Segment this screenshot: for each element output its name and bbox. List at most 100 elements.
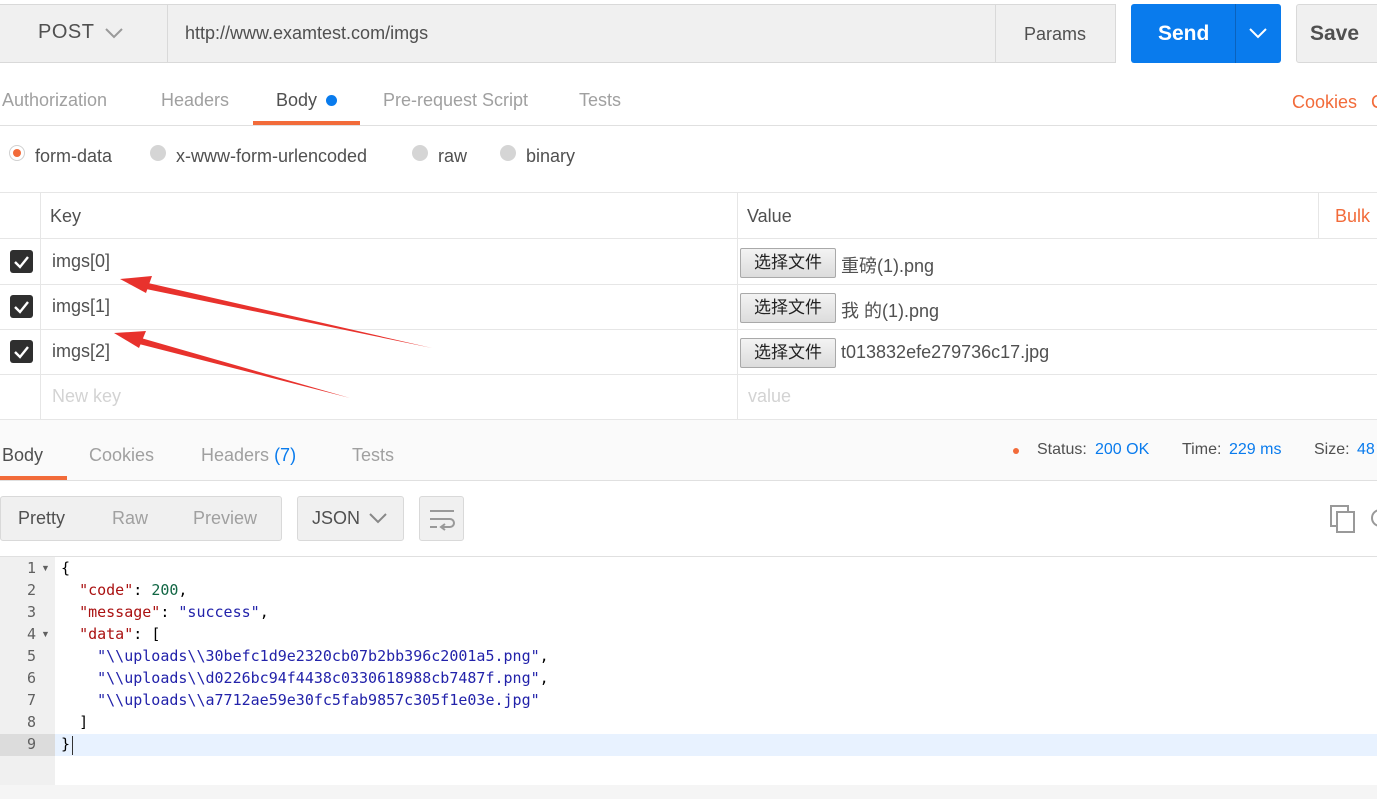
code-line: } bbox=[61, 735, 70, 753]
json-number: 200 bbox=[151, 581, 179, 599]
line-number: 3 bbox=[26, 603, 36, 621]
response-tab-body[interactable]: Body bbox=[2, 445, 43, 466]
json-bracket: ] bbox=[79, 713, 89, 731]
response-tab-headers[interactable]: Headers (7) bbox=[201, 445, 296, 466]
wrap-lines-icon bbox=[430, 510, 455, 531]
wrap-lines-button[interactable] bbox=[419, 496, 464, 541]
json-string: "\\uploads\\a7712ae59e30fc5fab9857c305f1… bbox=[97, 691, 540, 709]
chevron-down-icon[interactable] bbox=[368, 511, 388, 525]
view-raw[interactable]: Raw bbox=[112, 508, 148, 529]
radio-binary[interactable] bbox=[500, 145, 516, 161]
headers-count: (7) bbox=[274, 445, 297, 465]
file-name: t013832efe279736c17.jpg bbox=[841, 342, 1050, 362]
new-key-input[interactable]: New key bbox=[52, 386, 121, 407]
tab-body[interactable]: Body bbox=[276, 90, 317, 111]
json-brace: { bbox=[61, 559, 71, 577]
json-key: "message" bbox=[79, 603, 161, 621]
code-line: "data": [ bbox=[79, 625, 161, 643]
file-name: 我 的(1).png bbox=[841, 301, 940, 321]
choose-file-button[interactable]: 选择文件 bbox=[740, 293, 836, 323]
fold-toggle-icon[interactable]: ▼ bbox=[41, 563, 50, 573]
search-icon[interactable] bbox=[1368, 505, 1377, 533]
code-line: "code": 200, bbox=[79, 581, 188, 599]
choose-file-button[interactable]: 选择文件 bbox=[740, 338, 836, 368]
row-checkbox[interactable] bbox=[10, 340, 33, 363]
active-line-highlight bbox=[55, 734, 1377, 756]
json-key: "code" bbox=[79, 581, 134, 599]
row-checkbox[interactable] bbox=[10, 295, 33, 318]
copy-icon[interactable] bbox=[1328, 503, 1358, 535]
divider bbox=[0, 480, 1377, 481]
line-number: 2 bbox=[26, 581, 36, 599]
code-line: ] bbox=[61, 713, 88, 731]
size-value: 48 bbox=[1357, 441, 1375, 458]
horizontal-scrollbar[interactable] bbox=[0, 785, 1377, 799]
response-tab-tests[interactable]: Tests bbox=[352, 445, 394, 466]
row-checkbox[interactable] bbox=[10, 250, 33, 273]
status-dot bbox=[1013, 448, 1019, 454]
line-number: 5 bbox=[26, 647, 36, 665]
value-column-header: Value bbox=[747, 206, 792, 226]
row-border bbox=[0, 374, 1377, 375]
code-line: "\\uploads\\a7712ae59e30fc5fab9857c305f1… bbox=[61, 691, 540, 709]
send-options-chevron-icon[interactable] bbox=[1248, 26, 1268, 40]
time-value: 229 ms bbox=[1229, 441, 1282, 458]
line-number: 6 bbox=[26, 669, 36, 687]
radio-label-form-data: form-data bbox=[35, 146, 113, 166]
divider bbox=[0, 125, 1377, 126]
checkmark-icon bbox=[14, 301, 29, 314]
tab-authorization[interactable]: Authorization bbox=[2, 90, 107, 111]
status-label: Status: bbox=[1037, 441, 1087, 458]
checkmark-icon bbox=[14, 346, 29, 359]
json-key: "data" bbox=[79, 625, 134, 643]
status-value: 200 OK bbox=[1095, 441, 1150, 458]
chevron-down-icon[interactable] bbox=[104, 26, 124, 40]
body-modified-dot bbox=[326, 95, 337, 106]
tab-pre-request-script[interactable]: Pre-request Script bbox=[383, 90, 528, 111]
choose-file-button[interactable]: 选择文件 bbox=[740, 248, 836, 278]
new-value-input[interactable]: value bbox=[748, 386, 791, 407]
file-name: 重磅(1).png bbox=[841, 256, 935, 276]
divider bbox=[0, 556, 1377, 557]
bulk-edit-link[interactable]: Bulk bbox=[1335, 206, 1370, 227]
tab-tests[interactable]: Tests bbox=[579, 90, 621, 111]
json-string: "\\uploads\\d0226bc94f4438c0330618988cb7… bbox=[97, 669, 540, 687]
line-number: 1 bbox=[26, 559, 36, 577]
column-divider bbox=[1318, 192, 1319, 238]
view-pretty[interactable]: Pretty bbox=[18, 508, 65, 529]
json-string: "success" bbox=[178, 603, 260, 621]
code-line: { bbox=[61, 559, 70, 577]
row-border bbox=[0, 329, 1377, 330]
method-label: POST bbox=[38, 21, 95, 43]
code-line: "\\uploads\\d0226bc94f4438c0330618988cb7… bbox=[97, 669, 549, 687]
column-divider bbox=[737, 192, 738, 419]
annotation-arrow bbox=[146, 283, 432, 348]
code-link-partial[interactable]: C bbox=[1371, 92, 1377, 113]
annotation-arrowhead bbox=[114, 331, 146, 348]
row-border bbox=[0, 284, 1377, 285]
response-tab-headers-label: Headers bbox=[201, 445, 270, 465]
radio-label-raw: raw bbox=[438, 146, 468, 166]
row-key[interactable]: imgs[2] bbox=[52, 341, 110, 362]
radio-label-urlencoded: x-www-form-urlencoded bbox=[176, 146, 368, 166]
response-tab-cookies[interactable]: Cookies bbox=[89, 445, 154, 466]
url-value: http://www.examtest.com/imgs bbox=[185, 23, 429, 43]
radio-urlencoded[interactable] bbox=[150, 145, 166, 161]
line-number: 9 bbox=[26, 735, 36, 753]
radio-label-binary: binary bbox=[526, 146, 576, 166]
size-label: Size: bbox=[1314, 441, 1350, 458]
radio-raw[interactable] bbox=[412, 145, 428, 161]
table-header-border bbox=[0, 238, 1377, 239]
fold-toggle-icon[interactable]: ▼ bbox=[41, 629, 50, 639]
radio-form-data[interactable] bbox=[9, 145, 25, 161]
row-key[interactable]: imgs[0] bbox=[52, 251, 110, 272]
cookies-link[interactable]: Cookies bbox=[1292, 92, 1357, 113]
line-number: 4 bbox=[26, 625, 36, 643]
line-number: 8 bbox=[26, 713, 36, 731]
annotation-arrow bbox=[139, 338, 350, 398]
code-line: "message": "success", bbox=[79, 603, 269, 621]
row-key[interactable]: imgs[1] bbox=[52, 296, 110, 317]
send-divider bbox=[1235, 4, 1236, 63]
tab-headers[interactable]: Headers bbox=[161, 90, 229, 111]
view-preview[interactable]: Preview bbox=[193, 508, 257, 529]
